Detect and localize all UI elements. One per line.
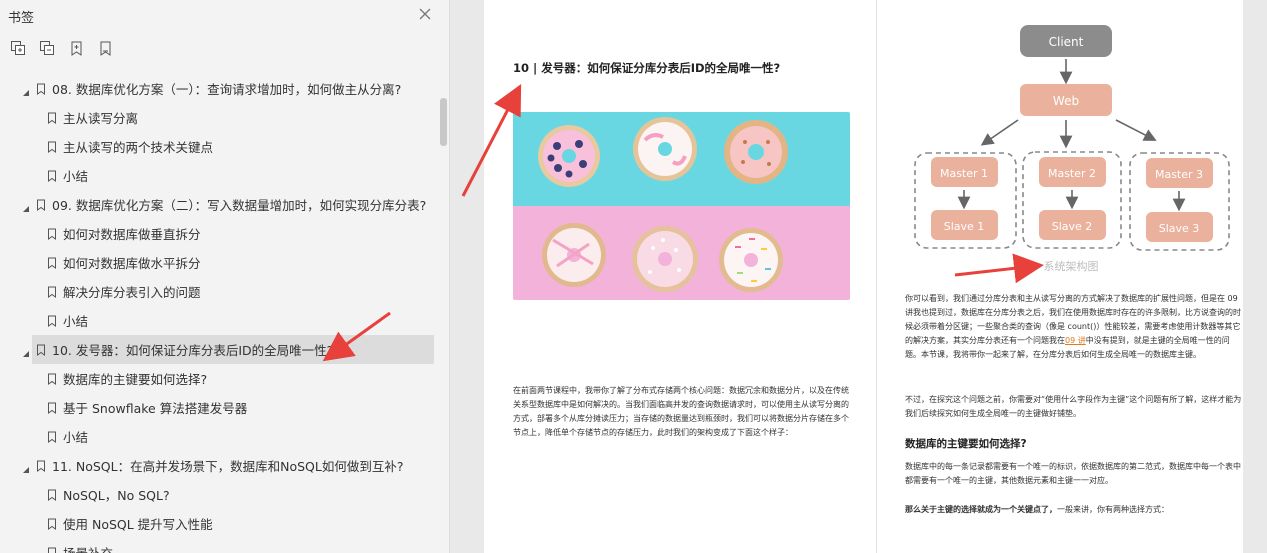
bookmark-section[interactable]: 小结 <box>0 422 449 451</box>
bookmark-icon <box>47 141 57 153</box>
expand-all-icon[interactable] <box>10 40 27 57</box>
web-label: Web <box>1053 94 1079 108</box>
bookmark-icon <box>47 373 57 385</box>
bookmark-label: 主从读写分离 <box>63 111 139 126</box>
bookmark-label: 小结 <box>63 314 89 329</box>
bookmark-icon <box>47 431 57 443</box>
slave-label-2: Slave 2 <box>1052 220 1093 233</box>
bookmark-chapter[interactable]: 11. NoSQL：在高并发场景下，数据库和NoSQL如何做到互补? <box>0 451 449 480</box>
bookmark-label: 数据库的主键要如何选择? <box>63 372 208 387</box>
expand-triangle-icon[interactable] <box>22 201 30 212</box>
bookmark-icon <box>47 518 57 530</box>
bookmark-icon <box>47 489 57 501</box>
bookmark-icon <box>47 112 57 124</box>
bookmark-label: 基于 Snowflake 算法搭建发号器 <box>63 401 248 416</box>
bookmark-label: 小结 <box>63 169 89 184</box>
bookmark-section[interactable]: 小结 <box>0 161 449 190</box>
bookmark-toolbar <box>10 40 114 60</box>
bookmark-section[interactable]: 小结 <box>0 306 449 335</box>
intro-paragraph: 在前面两节课程中，我带你了解了分布式存储两个核心问题：数据冗余和数据分片，以及在… <box>513 386 849 437</box>
paragraph-4-bold: 那么关于主键的选择就成为一个关键点了， <box>905 505 1057 514</box>
bookmark-label: NoSQL，No SQL? <box>63 488 170 503</box>
bookmark-section[interactable]: 主从读写的两个技术关键点 <box>0 132 449 161</box>
bookmark-label: 09. 数据库优化方案（二）：写入数据量增加时，如何实现分库分表? <box>52 198 427 213</box>
bookmark-panel-header: 书签 <box>0 0 449 32</box>
slave-label-1: Slave 1 <box>944 220 985 233</box>
bookmark-label: 11. NoSQL：在高并发场景下，数据库和NoSQL如何做到互补? <box>52 459 404 474</box>
bookmark-label: 08. 数据库优化方案（一）：查询请求增加时，如何做主从分离? <box>52 82 402 97</box>
add-bookmark-icon[interactable] <box>68 40 85 57</box>
expand-triangle-icon[interactable] <box>22 346 30 357</box>
bookmark-label: 场景补充 <box>63 543 113 553</box>
expand-triangle-icon[interactable] <box>22 462 30 473</box>
section-heading: 数据库的主键要如何选择? <box>905 438 1027 450</box>
donuts-photo <box>513 112 850 300</box>
bookmark-icon <box>47 228 57 240</box>
chapter-title: 10 | 发号器：如何保证分库分表后ID的全局唯一性? <box>513 61 781 75</box>
slave-label-3: Slave 3 <box>1159 222 1200 235</box>
paragraph-4: 那么关于主键的选择就成为一个关键点了，一般来讲，你有两种选择方式： <box>905 503 1245 517</box>
bookmark-label: 如何对数据库做垂直拆分 <box>63 227 201 242</box>
collapse-all-icon[interactable] <box>39 40 56 57</box>
bookmark-tree: 08. 数据库优化方案（一）：查询请求增加时，如何做主从分离? 主从读写分离主从读… <box>0 74 449 553</box>
lesson-09-link[interactable]: 09 讲 <box>1065 336 1086 345</box>
master-label-2: Master 2 <box>1048 167 1096 180</box>
expand-triangle-icon[interactable] <box>22 85 30 96</box>
bookmark-label: 解决分库分表引入的问题 <box>63 285 201 300</box>
bookmark-icon <box>47 547 57 553</box>
bookmark-icon <box>47 315 57 327</box>
bookmark-icon <box>36 460 46 472</box>
bookmark-icon <box>36 83 46 95</box>
bookmark-icon <box>47 257 57 269</box>
pdf-page-left: 10 | 发号器：如何保证分库分表后ID的全局唯一性? 在前面两节课程中，我带你… <box>484 0 876 553</box>
paragraph-3: 数据库中的每一条记录都需要有一个唯一的标识，依据数据库的第二范式，数据库中每一个… <box>905 462 1241 485</box>
master-label-1: Master 1 <box>940 167 988 180</box>
scrollbar-thumb[interactable] <box>440 98 447 146</box>
paragraph-2: 不过，在探究这个问题之前，你需要对“使用什么字段作为主键”这个问题有所了解，这样… <box>905 395 1242 418</box>
bookmark-label: 10. 发号器：如何保证分库分表后ID的全局唯一性? <box>52 343 334 358</box>
pdf-page-right: Client Web Master 1 Master 2 Master 3 Sl… <box>877 0 1243 553</box>
bookmark-section[interactable]: 使用 NoSQL 提升写入性能 <box>0 509 449 538</box>
bookmark-icon <box>47 170 57 182</box>
diagram-caption: 系统架构图 <box>1044 259 1099 273</box>
bookmark-label: 使用 NoSQL 提升写入性能 <box>63 517 213 532</box>
bookmark-section[interactable]: 主从读写分离 <box>0 103 449 132</box>
architecture-diagram: Client Web Master 1 Master 2 Master 3 Sl… <box>914 25 1230 273</box>
bookmark-icon <box>36 199 46 211</box>
bookmark-section[interactable]: 场景补充 <box>0 538 449 553</box>
master-label-3: Master 3 <box>1155 168 1203 181</box>
bookmark-label: 小结 <box>63 430 89 445</box>
bookmark-icon <box>47 402 57 414</box>
close-icon[interactable] <box>416 5 434 23</box>
bookmark-label: 主从读写的两个技术关键点 <box>63 140 214 155</box>
bookmark-section[interactable]: 解决分库分表引入的问题 <box>0 277 449 306</box>
bookmark-section[interactable]: 如何对数据库做垂直拆分 <box>0 219 449 248</box>
bookmark-section[interactable]: 数据库的主键要如何选择? <box>0 364 449 393</box>
client-label: Client <box>1049 35 1084 49</box>
bookmark-section[interactable]: 基于 Snowflake 算法搭建发号器 <box>0 393 449 422</box>
bookmark-chapter[interactable]: 10. 发号器：如何保证分库分表后ID的全局唯一性? <box>23 335 434 364</box>
bookmark-chapter[interactable]: 09. 数据库优化方案（二）：写入数据量增加时，如何实现分库分表? <box>0 190 449 219</box>
bookmark-label: 如何对数据库做水平拆分 <box>63 256 201 271</box>
bookmark-icon <box>47 286 57 298</box>
bookmark-panel-title: 书签 <box>8 11 35 26</box>
bookmark-panel: 书签 08. 数据库优化方案（一）：查询请求增加时，如何做主从分离? 主从读写分离… <box>0 0 450 553</box>
bookmark-section[interactable]: NoSQL，No SQL? <box>0 480 449 509</box>
bookmark-icon[interactable] <box>97 40 114 57</box>
bookmark-icon <box>36 344 46 356</box>
paragraph-4-text: 一般来讲，你有两种选择方式： <box>1057 505 1169 514</box>
paragraph-1: 你可以看到，我们通过分库分表和主从读写分离的方式解决了数据库的扩展性问题，但是在… <box>905 292 1245 362</box>
bookmark-chapter[interactable]: 08. 数据库优化方案（一）：查询请求增加时，如何做主从分离? <box>0 74 449 103</box>
bookmark-section[interactable]: 如何对数据库做水平拆分 <box>0 248 449 277</box>
